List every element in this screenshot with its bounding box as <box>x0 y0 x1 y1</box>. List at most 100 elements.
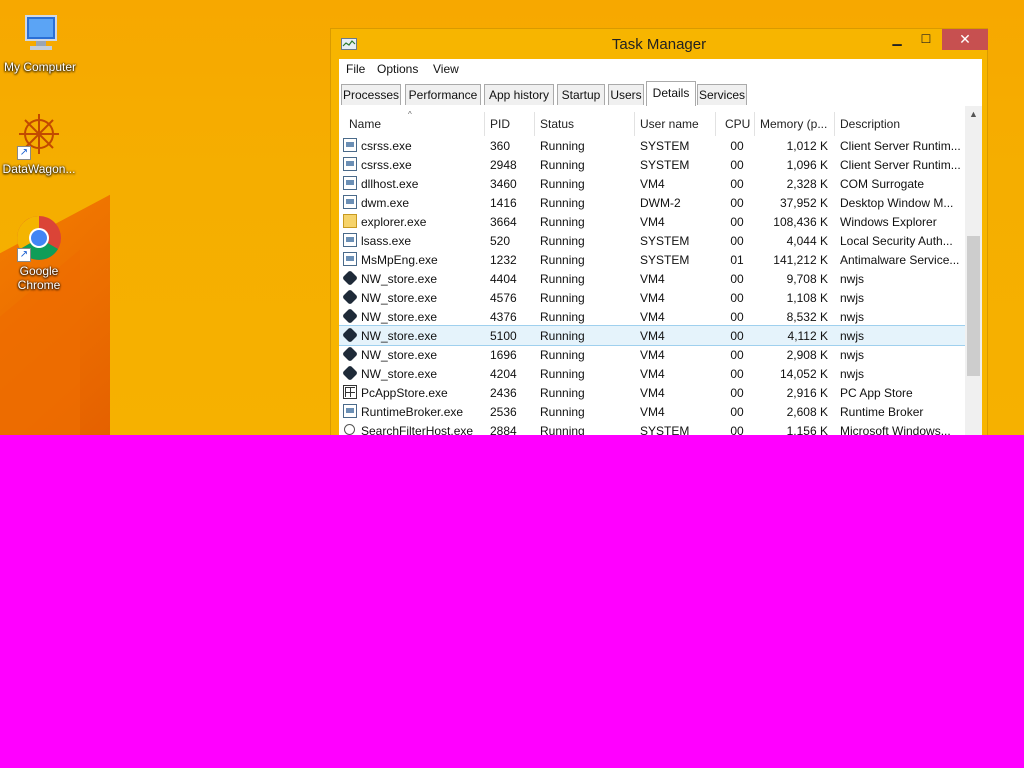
table-row[interactable]: dwm.exe 1416 Running DWM-2 00 37,952 K Desktop… <box>339 193 965 212</box>
desktop-icon-datawagon[interactable]: ↗ DataWagon... <box>0 112 79 176</box>
maximize-button[interactable]: ☐ <box>913 29 939 50</box>
cell-pid: 1696 <box>490 348 517 362</box>
tab-startup[interactable]: Startup <box>557 84 605 105</box>
cell-pid: 4404 <box>490 272 517 286</box>
tab-details[interactable]: Details <box>646 81 696 106</box>
column-header-user-name[interactable]: User name <box>640 117 699 131</box>
cell-cpu: 00 <box>730 196 744 210</box>
process-icon <box>343 157 357 171</box>
cell-status: Running <box>540 177 585 191</box>
table-row[interactable]: NW_store.exe 4376 Running VM4 00 8,532 K nwjs <box>339 307 965 326</box>
cell-user: VM4 <box>640 272 665 286</box>
column-header-memory[interactable]: Memory (p... <box>760 117 827 131</box>
process-icon <box>343 195 357 209</box>
close-button[interactable]: ✕ <box>942 29 988 50</box>
table-row[interactable]: NW_store.exe 1696 Running VM4 00 2,908 K nwjs <box>339 345 965 364</box>
cell-description: nwjs <box>840 310 865 324</box>
tab-users[interactable]: Users <box>608 84 644 105</box>
cell-user: VM4 <box>640 215 665 229</box>
cell-memory: 9,708 K <box>786 272 828 286</box>
shortcut-arrow-icon: ↗ <box>17 248 31 262</box>
masked-region <box>0 435 1024 768</box>
table-row[interactable]: MsMpEng.exe 1232 Running SYSTEM 01 141,212 K A… <box>339 250 965 269</box>
cell-description: Client Server Runtim... <box>840 158 961 172</box>
cell-name: explorer.exe <box>361 215 427 229</box>
cell-name: dllhost.exe <box>361 177 419 191</box>
desktop-icon-my-computer[interactable]: My Computer <box>0 10 80 74</box>
cell-pid: 4376 <box>490 310 517 324</box>
cell-user: VM4 <box>640 348 665 362</box>
cell-description: nwjs <box>840 348 865 362</box>
cell-memory: 1,156 K <box>786 424 828 435</box>
cell-pid: 2536 <box>490 405 517 419</box>
table-row[interactable]: RuntimeBroker.exe 2536 Running VM4 00 2,608 K… <box>339 402 965 421</box>
cell-name: PcAppStore.exe <box>361 386 448 400</box>
tab-services[interactable]: Services <box>697 84 747 105</box>
process-icon <box>343 233 357 247</box>
cell-cpu: 00 <box>730 139 744 153</box>
tab-processes[interactable]: Processes <box>341 84 401 105</box>
table-row[interactable]: NW_store.exe 4576 Running VM4 00 1,108 K nwjs <box>339 288 965 307</box>
table-row[interactable]: NW_store.exe 4204 Running VM4 00 14,052 K nwjs <box>339 364 965 383</box>
cell-user: DWM-2 <box>640 196 681 210</box>
cell-name: csrss.exe <box>361 158 412 172</box>
cell-name: MsMpEng.exe <box>361 253 438 267</box>
cell-status: Running <box>540 348 585 362</box>
column-header-description[interactable]: Description <box>840 117 900 131</box>
table-row[interactable]: csrss.exe 360 Running SYSTEM 00 1,012 K Client… <box>339 136 965 155</box>
column-header-cpu[interactable]: CPU <box>725 117 750 131</box>
cell-description: Windows Explorer <box>840 215 937 229</box>
cell-pid: 4576 <box>490 291 517 305</box>
menu-options[interactable]: Options <box>377 62 418 76</box>
cell-description: Local Security Auth... <box>840 234 953 248</box>
table-row[interactable]: explorer.exe 3664 Running VM4 00 108,436 K Win… <box>339 212 965 231</box>
process-icon <box>343 404 357 418</box>
nwjs-icon <box>342 270 358 286</box>
menu-file[interactable]: File <box>346 62 365 76</box>
cell-memory: 2,908 K <box>786 348 828 362</box>
cell-cpu: 00 <box>730 215 744 229</box>
table-header: ^ Name PID Status User name CPU Memory (… <box>339 110 965 136</box>
table-row[interactable]: PcAppStore.exe 2436 Running VM4 00 2,916 K PC … <box>339 383 965 402</box>
cell-name: NW_store.exe <box>361 291 438 305</box>
datawagon-icon: ↗ <box>15 112 63 160</box>
cell-cpu: 00 <box>730 177 744 191</box>
table-row[interactable]: csrss.exe 2948 Running SYSTEM 00 1,096 K Clien… <box>339 155 965 174</box>
cell-memory: 2,608 K <box>786 405 828 419</box>
cell-status: Running <box>540 234 585 248</box>
cell-name: NW_store.exe <box>361 329 438 343</box>
column-header-name[interactable]: Name <box>349 117 381 131</box>
cell-status: Running <box>540 139 585 153</box>
table-row[interactable]: lsass.exe 520 Running SYSTEM 00 4,044 K Local … <box>339 231 965 250</box>
cell-status: Running <box>540 253 585 267</box>
cell-memory: 14,052 K <box>779 367 828 381</box>
cell-memory: 8,532 K <box>786 310 828 324</box>
table-row[interactable]: SearchFilterHost.exe 2884 Running SYSTEM 00 1… <box>339 421 965 435</box>
cell-memory: 141,212 K <box>773 253 828 267</box>
cell-memory: 1,096 K <box>786 158 828 172</box>
task-manager-window: Task Manager ▁ ☐ ✕ File Options View Pro… <box>330 28 988 435</box>
scroll-up-icon[interactable]: ▲ <box>965 106 982 123</box>
menu-view[interactable]: View <box>433 62 459 76</box>
column-header-pid[interactable]: PID <box>490 117 510 131</box>
title-bar[interactable]: Task Manager ▁ ☐ ✕ <box>331 29 988 59</box>
scrollbar-thumb[interactable] <box>967 236 980 376</box>
vertical-scrollbar[interactable]: ▲ <box>965 106 982 435</box>
cell-user: VM4 <box>640 386 665 400</box>
cell-name: dwm.exe <box>361 196 410 210</box>
cell-name: NW_store.exe <box>361 348 438 362</box>
table-row[interactable]: NW_store.exe 4404 Running VM4 00 9,708 K nwjs <box>339 269 965 288</box>
nwjs-icon <box>342 289 358 305</box>
tab-app-history[interactable]: App history <box>484 84 554 105</box>
cell-memory: 4,044 K <box>786 234 828 248</box>
desktop-icon-google-chrome[interactable]: ↗ Google Chrome <box>0 214 79 292</box>
cell-description: Microsoft Windows... <box>840 424 951 435</box>
column-header-status[interactable]: Status <box>540 117 574 131</box>
minimize-button[interactable]: ▁ <box>884 29 910 50</box>
cell-user: SYSTEM <box>640 158 690 172</box>
table-row-selected[interactable]: NW_store.exe 5100 Running VM4 00 4,112 K nwjs <box>339 325 966 346</box>
cell-cpu: 00 <box>730 367 744 381</box>
table-row[interactable]: dllhost.exe 3460 Running VM4 00 2,328 K COM Su… <box>339 174 965 193</box>
cell-memory: 2,916 K <box>786 386 828 400</box>
tab-performance[interactable]: Performance <box>405 84 481 105</box>
